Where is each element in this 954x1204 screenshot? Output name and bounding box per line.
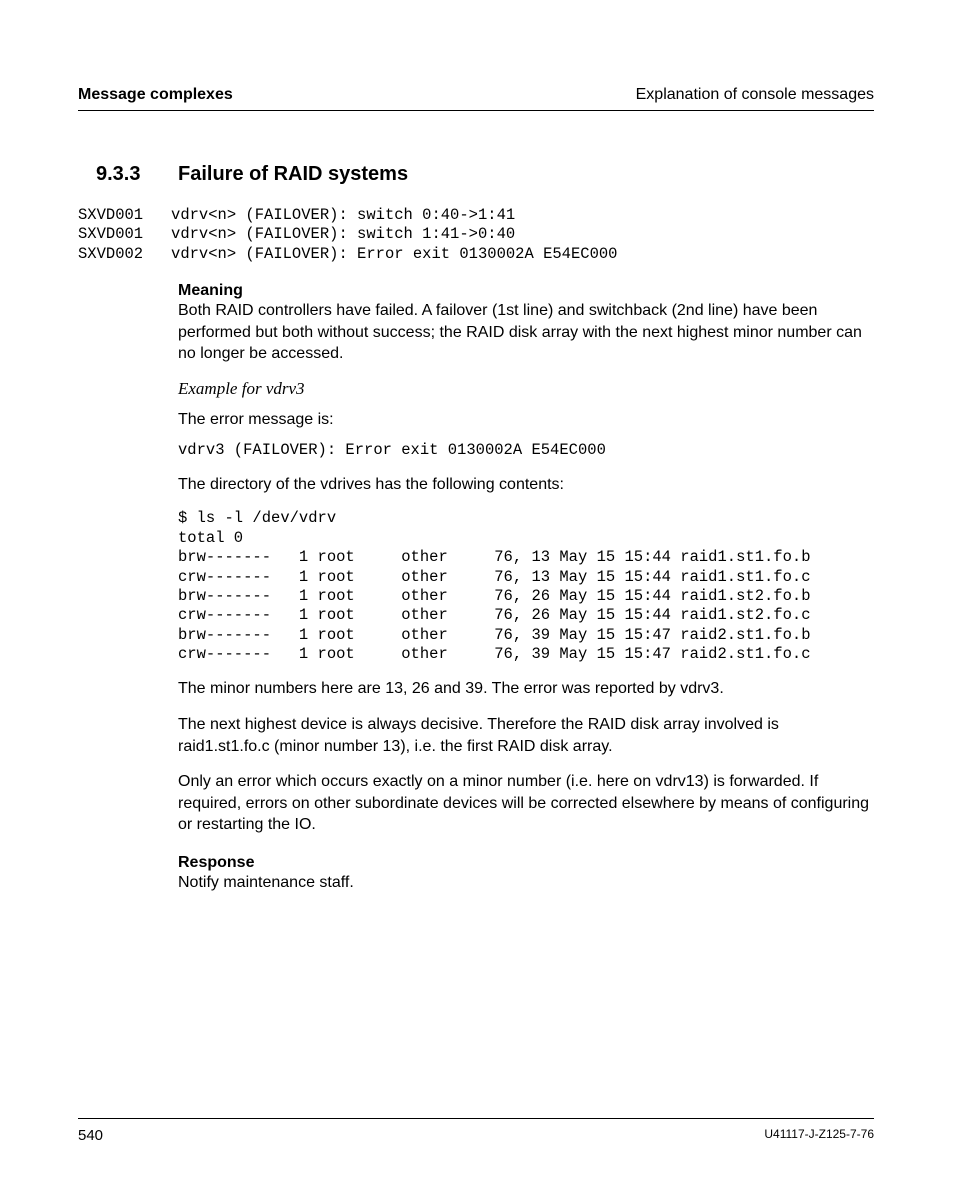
running-head-left: Message complexes [78,86,233,104]
code-line: SXVD001 vdrv<n> (FAILOVER): switch 0:40-… [78,206,874,225]
document-id: U41117-J-Z125-7-76 [764,1127,874,1144]
paragraph: The next highest device is always decisi… [178,714,874,757]
ls-output-block: $ ls -l /dev/vdrv total 0 brw------- 1 r… [178,509,874,664]
code-line: crw------- 1 root other 76, 26 May 15 15… [178,606,874,625]
section-title-text: Failure of RAID systems [178,163,408,185]
code-line: total 0 [178,529,874,548]
directory-intro: The directory of the vdrives has the fol… [178,474,874,496]
code-line: crw------- 1 root other 76, 39 May 15 15… [178,645,874,664]
page-number: 540 [78,1127,103,1144]
running-head-right: Explanation of console messages [636,86,874,104]
section-heading: 9.3.3Failure of RAID systems [78,163,874,186]
paragraph: The minor numbers here are 13, 26 and 39… [178,678,874,700]
code-line: brw------- 1 root other 76, 39 May 15 15… [178,626,874,645]
response-text: Notify maintenance staff. [178,872,874,894]
code-line: crw------- 1 root other 76, 13 May 15 15… [178,568,874,587]
example-error-line: vdrv3 (FAILOVER): Error exit 0130002A E5… [178,441,874,460]
code-line: brw------- 1 root other 76, 13 May 15 15… [178,548,874,567]
code-line: $ ls -l /dev/vdrv [178,509,874,528]
code-line: brw------- 1 root other 76, 26 May 15 15… [178,587,874,606]
section-number: 9.3.3 [96,163,178,186]
response-heading: Response [178,854,874,872]
page-footer: 540 U41117-J-Z125-7-76 [78,1118,874,1144]
example-intro: The error message is: [178,409,874,431]
code-line: SXVD002 vdrv<n> (FAILOVER): Error exit 0… [78,245,874,264]
code-line: SXVD001 vdrv<n> (FAILOVER): switch 1:41-… [78,225,874,244]
meaning-heading: Meaning [178,282,874,300]
message-code-block: SXVD001 vdrv<n> (FAILOVER): switch 0:40-… [78,206,874,264]
example-heading: Example for vdrv3 [178,379,874,399]
running-head: Message complexes Explanation of console… [78,86,874,111]
paragraph: Only an error which occurs exactly on a … [178,771,874,836]
meaning-text: Both RAID controllers have failed. A fai… [178,300,874,365]
